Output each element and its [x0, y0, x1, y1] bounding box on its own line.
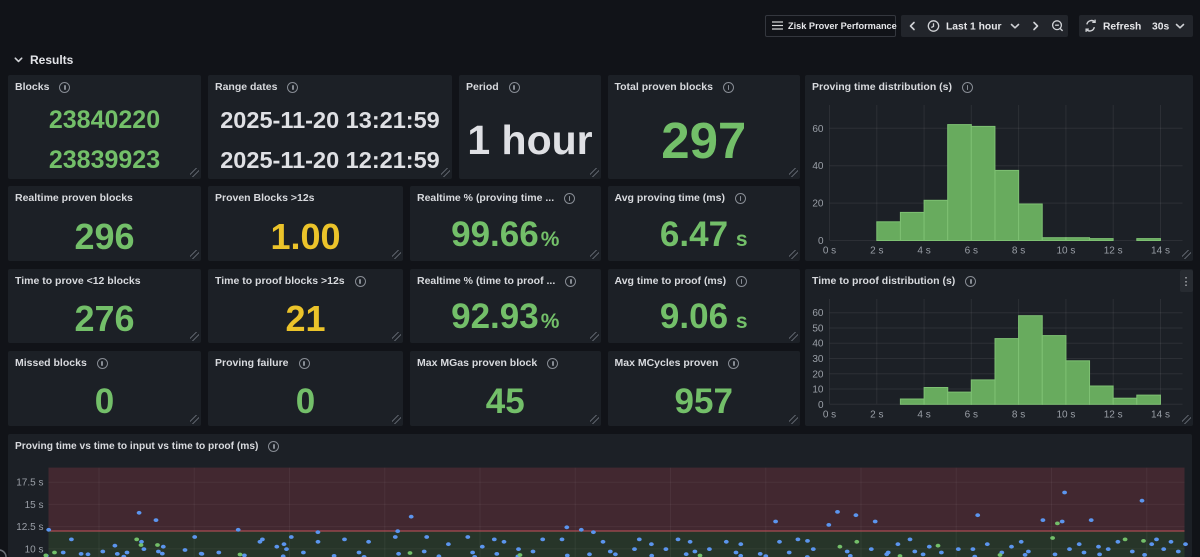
- svg-text:14 s: 14 s: [1151, 246, 1170, 257]
- svg-text:2 s: 2 s: [870, 246, 883, 257]
- svg-text:40: 40: [812, 339, 824, 350]
- svg-text:12 s: 12 s: [1104, 246, 1123, 257]
- svg-text:50: 50: [812, 324, 824, 335]
- svg-text:30: 30: [812, 354, 824, 365]
- svg-text:0 s: 0 s: [823, 246, 836, 257]
- svg-text:0 s: 0 s: [823, 409, 836, 420]
- svg-text:6 s: 6 s: [965, 409, 978, 420]
- svg-text:60: 60: [812, 124, 824, 135]
- svg-text:30s: 30s: [1152, 21, 1169, 32]
- svg-text:40: 40: [812, 161, 824, 172]
- svg-text:20: 20: [812, 199, 824, 210]
- svg-text:10 s: 10 s: [25, 544, 44, 555]
- svg-text:10: 10: [812, 385, 824, 396]
- svg-text:Refresh: Refresh: [1103, 21, 1141, 32]
- svg-text:8 s: 8 s: [1012, 409, 1025, 420]
- svg-text:12 s: 12 s: [1104, 409, 1123, 420]
- svg-text:20: 20: [812, 369, 824, 380]
- svg-text:4 s: 4 s: [917, 246, 930, 257]
- svg-text:4 s: 4 s: [917, 409, 930, 420]
- svg-text:Last 1 hour: Last 1 hour: [946, 21, 1002, 32]
- svg-text:10 s: 10 s: [1056, 409, 1075, 420]
- svg-text:15 s: 15 s: [25, 500, 44, 511]
- svg-text:6 s: 6 s: [965, 246, 978, 257]
- svg-text:60: 60: [812, 308, 824, 319]
- svg-text:17.5 s: 17.5 s: [16, 478, 43, 489]
- svg-text:8 s: 8 s: [1012, 246, 1025, 257]
- svg-text:14 s: 14 s: [1151, 409, 1170, 420]
- svg-text:2 s: 2 s: [870, 409, 883, 420]
- svg-text:10 s: 10 s: [1056, 246, 1075, 257]
- svg-text:12.5 s: 12.5 s: [16, 522, 43, 533]
